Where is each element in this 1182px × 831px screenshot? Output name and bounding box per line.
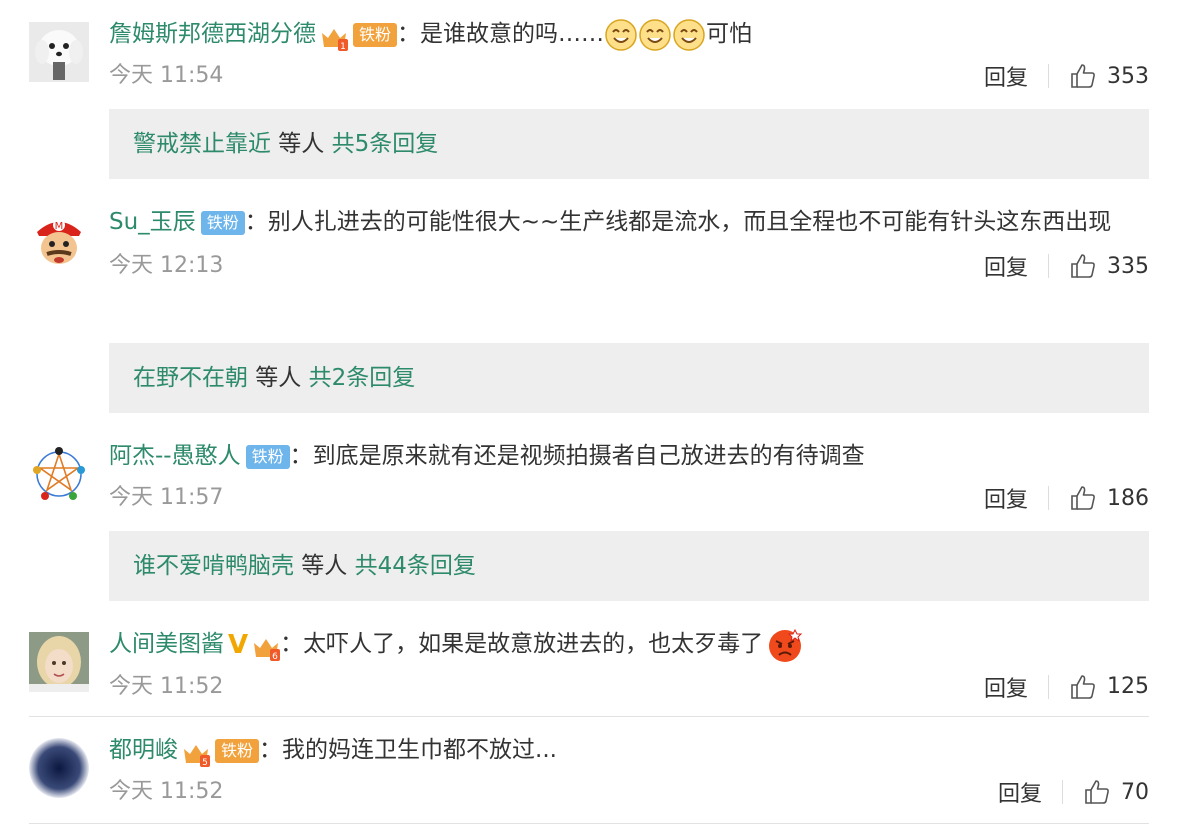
comment-list: 詹姆斯邦德西湖分德 1 铁粉 ：是谁故意的吗…… 可怕 今天 11:54 回复 353 … (0, 0, 1182, 831)
crown-icon: 6 (252, 632, 281, 662)
comment-text: ：我的妈连卫生巾都不放过... (259, 737, 557, 763)
laughing-emoji-icon (672, 18, 706, 52)
reply-button[interactable]: 回复 (984, 671, 1028, 703)
crown-icon: 1 (320, 22, 348, 52)
fan-badge: 铁粉 (200, 210, 245, 235)
dog-icon (29, 22, 89, 82)
comment-text-line: Su_玉辰 铁粉 ：别人扎进去的可能性很大~~生产线都是流水，而且全程也不可能有针头… (109, 200, 1139, 244)
fan-badge: 铁粉 (353, 22, 398, 47)
comment-text-line: 詹姆斯邦德西湖分德 1 铁粉 ：是谁故意的吗…… 可怕 (109, 12, 1149, 56)
comment-meta: 今天 11:52 回复 125 (109, 667, 1149, 707)
divider (1048, 254, 1049, 278)
reply-count-link[interactable]: 共2条回复 (309, 365, 416, 391)
like-button[interactable]: 125 (1069, 673, 1149, 701)
username-link[interactable]: 詹姆斯邦德西湖分德 (109, 21, 316, 47)
divider (1048, 486, 1049, 510)
comment-actions: 回复 70 (998, 772, 1149, 812)
reply-summary-text: 等人 (271, 131, 332, 157)
thumbs-up-icon (1071, 486, 1095, 510)
thumbs-up-icon (1085, 780, 1109, 804)
comment-text-line: 人间美图酱 V 6 ：太吓人了，如果是故意放进去的，也太歹毒了 (109, 622, 1149, 667)
divider (1062, 780, 1063, 804)
thumbs-up-icon (1071, 64, 1095, 88)
avatar[interactable]: M (29, 210, 89, 270)
thumbs-up-icon (1071, 254, 1095, 278)
laughing-emoji-icon (638, 18, 672, 52)
like-button[interactable]: 353 (1069, 62, 1149, 90)
reply-summary-text: 等人 (248, 365, 309, 391)
reply-user-link[interactable]: 警戒禁止靠近 (133, 131, 271, 157)
like-button[interactable]: 186 (1069, 484, 1149, 512)
reply-button[interactable]: 回复 (984, 250, 1028, 282)
comment-divider (29, 716, 1149, 717)
reply-button[interactable]: 回复 (984, 60, 1028, 92)
like-count: 186 (1107, 485, 1149, 511)
pentagram-icon (29, 444, 89, 504)
thumbs-up-icon (1071, 674, 1095, 699)
comment-actions: 回复 125 (984, 667, 1149, 707)
username-link[interactable]: Su_玉辰 (109, 209, 196, 235)
avatar[interactable] (29, 444, 89, 504)
comment-actions: 回复 186 (984, 478, 1149, 518)
comment-meta: 今天 12:13 回复 335 (109, 246, 1149, 286)
like-count: 353 (1107, 63, 1149, 89)
mario-icon: M (29, 210, 89, 270)
username-link[interactable]: 阿杰--愚憨人 (109, 443, 241, 469)
timestamp: 今天 11:57 (109, 485, 224, 510)
fan-badge: 铁粉 (215, 738, 260, 763)
girl-photo-icon (29, 632, 89, 692)
reply-summary[interactable]: 警戒禁止靠近 等人 共5条回复 (109, 109, 1149, 179)
fan-badge: 铁粉 (245, 444, 290, 469)
timestamp: 今天 11:54 (109, 63, 224, 88)
comment-divider (29, 823, 1149, 824)
reply-count-link[interactable]: 共44条回复 (355, 553, 476, 579)
reply-user-link[interactable]: 在野不在朝 (133, 365, 248, 391)
comment-text-line: 都明峻 5 铁粉 ：我的妈连卫生巾都不放过... (109, 728, 1149, 772)
svg-text:1: 1 (340, 42, 346, 51)
comment-actions: 回复 353 (984, 56, 1149, 96)
username-link[interactable]: 都明峻 (109, 737, 178, 763)
comment-text: ：太吓人了，如果是故意放进去的，也太歹毒了 (280, 631, 764, 657)
comment-text-line: 阿杰--愚憨人 铁粉 ：到底是原来就有还是视频拍摄者自己放进去的有待调查 (109, 434, 1149, 478)
reply-button[interactable]: 回复 (984, 482, 1028, 514)
avatar[interactable] (29, 22, 89, 82)
comment-actions: 回复 335 (984, 246, 1149, 286)
avatar[interactable] (29, 738, 89, 798)
username-link[interactable]: 人间美图酱 (109, 631, 224, 657)
comment-text: ：别人扎进去的可能性很大~~生产线都是流水，而且全程也不可能有针头这东西出现 (244, 209, 1112, 235)
comment-text: ：到底是原来就有还是视频拍摄者自己放进去的有待调查 (289, 443, 865, 469)
divider (1048, 64, 1049, 88)
verified-v-icon: V (228, 629, 249, 660)
reply-summary[interactable]: 谁不爱啃鸭脑壳 等人 共44条回复 (109, 531, 1149, 601)
reply-user-link[interactable]: 谁不爱啃鸭脑壳 (133, 553, 294, 579)
laughing-emoji-icon (604, 18, 638, 52)
like-count: 70 (1121, 779, 1149, 805)
timestamp: 今天 11:52 (109, 779, 224, 804)
svg-text:6: 6 (272, 652, 278, 661)
divider (1048, 674, 1049, 699)
angry-emoji-icon (767, 628, 803, 662)
reply-count-link[interactable]: 共5条回复 (332, 131, 439, 157)
like-button[interactable]: 70 (1083, 778, 1149, 806)
comment-meta: 今天 11:57 回复 186 (109, 478, 1149, 518)
comment-meta: 今天 11:54 回复 353 (109, 56, 1149, 96)
crown-icon: 5 (182, 738, 210, 768)
comment-text-tail: 可怕 (706, 21, 753, 47)
reply-summary[interactable]: 在野不在朝 等人 共2条回复 (109, 343, 1149, 413)
reply-button[interactable]: 回复 (998, 776, 1042, 808)
avatar[interactable] (29, 632, 89, 692)
reply-summary-text: 等人 (294, 553, 355, 579)
timestamp: 今天 11:52 (109, 673, 224, 699)
like-button[interactable]: 335 (1069, 252, 1149, 280)
comment-meta: 今天 11:52 回复 70 (109, 772, 1149, 812)
like-count: 125 (1107, 674, 1149, 699)
dark-circle-icon (29, 738, 89, 798)
svg-text:5: 5 (202, 758, 208, 767)
timestamp: 今天 12:13 (109, 253, 224, 278)
comment-text: ：是谁故意的吗…… (397, 21, 605, 47)
svg-text:M: M (55, 221, 64, 232)
like-count: 335 (1107, 253, 1149, 279)
